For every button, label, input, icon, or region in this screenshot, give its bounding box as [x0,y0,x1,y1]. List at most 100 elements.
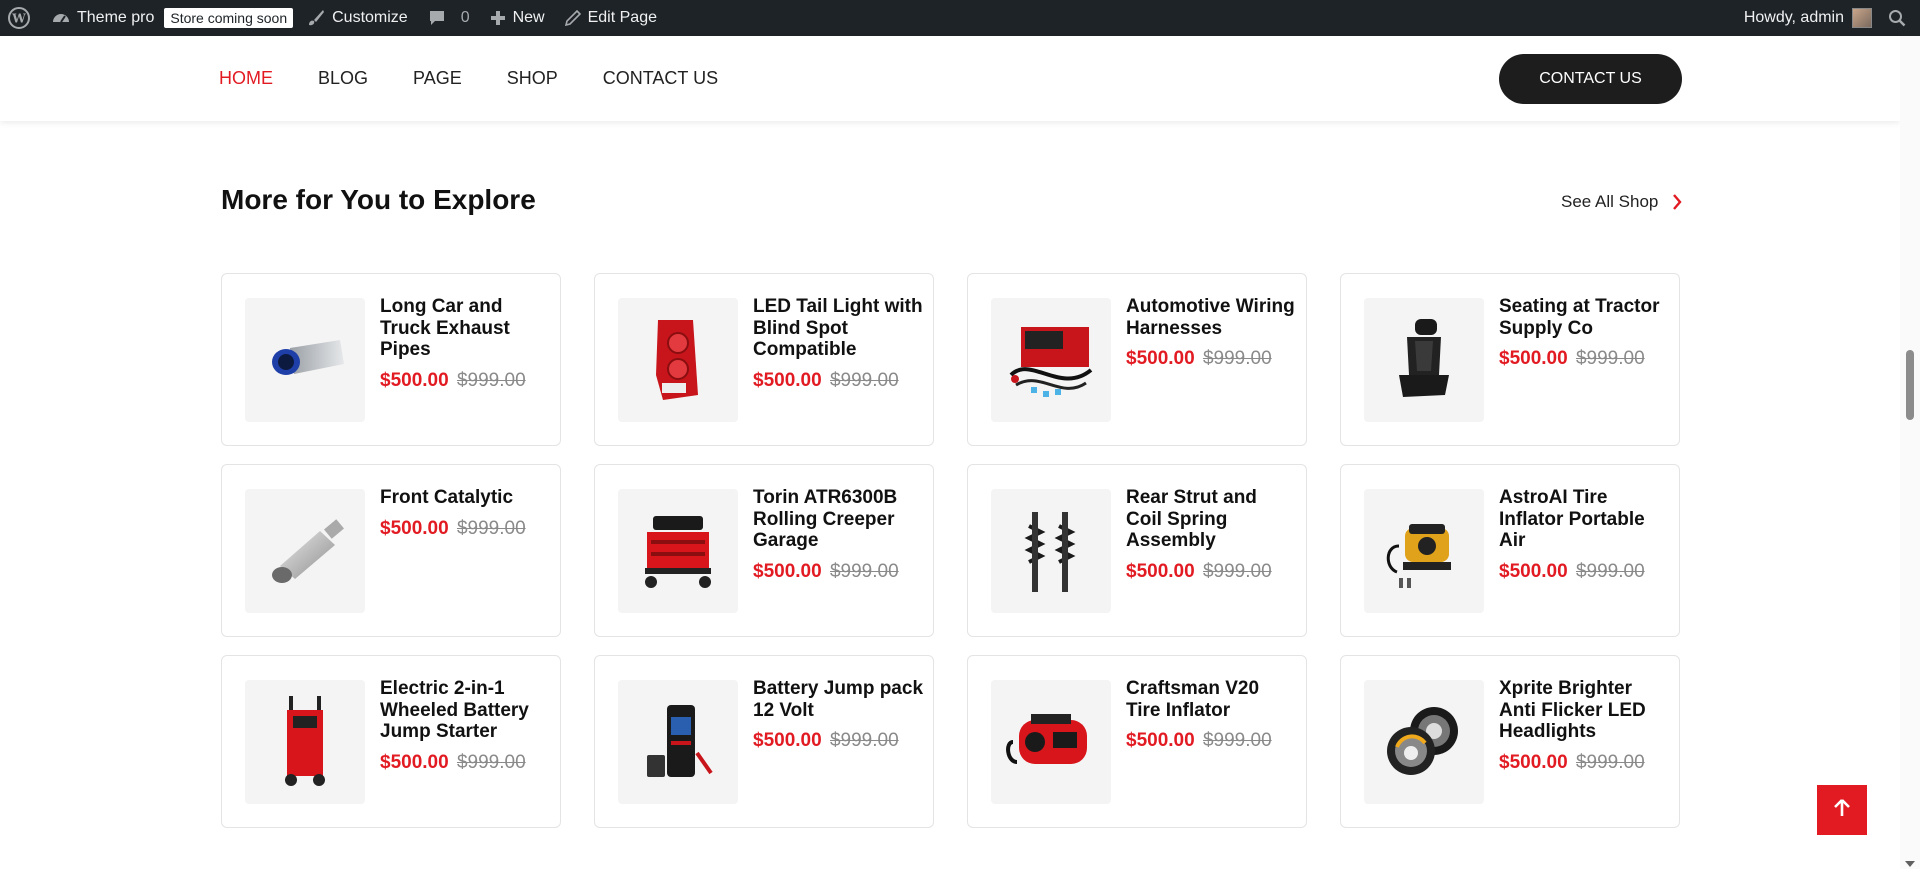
product-old-price: $999.00 [456,369,526,391]
exhaust-pipe-icon[interactable] [245,298,365,422]
headlights-icon[interactable] [1364,680,1484,804]
product-name[interactable]: Automotive Wiring Harnesses [1126,296,1296,339]
back-to-top-button[interactable] [1817,785,1867,835]
dashboard-icon [52,10,70,26]
product-card[interactable]: Craftsman V20 Tire Inflator $500.00 $999… [967,655,1307,828]
product-name[interactable]: Craftsman V20 Tire Inflator [1126,678,1296,721]
comments-link[interactable]: 0 [418,0,480,36]
product-grid: Long Car and Truck Exhaust Pipes $500.00… [221,273,1681,828]
product-old-price: $999.00 [829,730,899,751]
product-name[interactable]: Long Car and Truck Exhaust Pipes [380,296,550,361]
product-price: $500.00 [753,560,822,582]
product-old-price: $999.00 [456,517,526,539]
comment-icon [428,9,446,27]
product-card[interactable]: Battery Jump pack 12 Volt $500.00 $999.0… [594,655,934,828]
brush-icon [307,9,325,27]
see-all-shop-link[interactable]: See All Shop [1561,192,1682,212]
pencil-icon [564,10,581,26]
product-name[interactable]: Front Catalytic [380,487,550,509]
product-name[interactable]: Torin ATR6300B Rolling Creeper Garage [753,487,923,552]
battery-charger-icon[interactable] [245,680,365,804]
comments-count: 0 [460,9,470,26]
product-name[interactable]: Seating at Tractor Supply Co [1499,296,1669,339]
product-card[interactable]: Automotive Wiring Harnesses $500.00 $999… [967,273,1307,446]
product-card[interactable]: Seating at Tractor Supply Co $500.00 $99… [1340,273,1680,446]
site-header: HOME BLOG PAGE SHOP CONTACT US CONTACT U… [0,36,1900,121]
main-nav: HOME BLOG PAGE SHOP CONTACT US [219,36,718,121]
product-name[interactable]: Rear Strut and Coil Spring Assembly [1126,487,1296,552]
jump-pack-icon[interactable] [618,680,738,804]
product-old-price: $999.00 [1202,560,1272,582]
see-all-label: See All Shop [1561,192,1659,211]
coil-spring-icon[interactable] [991,489,1111,613]
product-price: $500.00 [1126,560,1195,582]
product-price: $500.00 [753,369,822,391]
creeper-seat-icon[interactable] [618,489,738,613]
customize-link[interactable]: Customize [297,0,418,36]
product-name[interactable]: Battery Jump pack 12 Volt [753,678,923,721]
scrollbar-thumb[interactable] [1906,350,1914,420]
store-status-badge[interactable]: Store coming soon [164,8,294,28]
product-card[interactable]: Xprite Brighter Anti Flicker LED Headlig… [1340,655,1680,828]
product-price: $500.00 [1499,348,1568,369]
product-old-price: $999.00 [1575,348,1645,369]
nav-item-page[interactable]: PAGE [413,68,462,89]
admin-search-icon[interactable] [1882,0,1920,36]
nav-item-home[interactable]: HOME [219,68,273,89]
tire-inflator-icon[interactable] [1364,489,1484,613]
new-label: New [512,9,545,26]
product-price: $500.00 [753,730,822,751]
product-name[interactable]: LED Tail Light with Blind Spot Compatibl… [753,296,923,361]
account-menu[interactable]: Howdy, admin [1734,0,1882,36]
product-price: $500.00 [380,517,449,539]
contact-us-button[interactable]: CONTACT US [1499,54,1682,104]
product-price: $500.00 [380,751,449,773]
chevron-right-icon [1672,194,1682,210]
arrow-up-icon [1833,798,1851,823]
product-name[interactable]: AstroAI Tire Inflator Portable Air [1499,487,1669,552]
product-price: $500.00 [1126,348,1195,369]
product-old-price: $999.00 [1202,730,1272,751]
svg-text:W: W [11,12,26,26]
scroll-down-arrow-icon[interactable] [1905,861,1915,867]
product-card[interactable]: Front Catalytic $500.00 $999.00 [221,464,561,637]
nav-item-blog[interactable]: BLOG [318,68,368,89]
new-content-link[interactable]: New [480,0,555,36]
product-old-price: $999.00 [456,751,526,773]
product-old-price: $999.00 [829,369,899,391]
admin-bar: W Theme pro Store coming soon Customize … [0,0,1920,36]
howdy-label: Howdy, admin [1743,9,1844,26]
edit-page-link[interactable]: Edit Page [555,0,667,36]
product-card[interactable]: Long Car and Truck Exhaust Pipes $500.00… [221,273,561,446]
product-price: $500.00 [1499,751,1568,773]
product-price: $500.00 [1126,730,1195,751]
inflator-icon[interactable] [991,680,1111,804]
site-name-link[interactable]: Theme pro [42,0,164,36]
product-name[interactable]: Xprite Brighter Anti Flicker LED Headlig… [1499,678,1669,743]
product-old-price: $999.00 [1202,348,1272,369]
product-card[interactable]: AstroAI Tire Inflator Portable Air $500.… [1340,464,1680,637]
tail-light-icon[interactable] [618,298,738,422]
product-card[interactable]: Torin ATR6300B Rolling Creeper Garage $5… [594,464,934,637]
product-name[interactable]: Electric 2-in-1 Wheeled Battery Jump Sta… [380,678,550,743]
catalytic-converter-icon[interactable] [245,489,365,613]
edit-page-label: Edit Page [587,9,657,26]
product-card[interactable]: Electric 2-in-1 Wheeled Battery Jump Sta… [221,655,561,828]
page-scrollbar[interactable] [1900,36,1920,869]
nav-item-contact[interactable]: CONTACT US [603,68,718,89]
customize-label: Customize [332,9,408,26]
nav-item-shop[interactable]: SHOP [507,68,558,89]
section-title: More for You to Explore [221,184,536,215]
avatar [1852,8,1872,28]
product-old-price: $999.00 [1575,560,1645,582]
product-card[interactable]: LED Tail Light with Blind Spot Compatibl… [594,273,934,446]
product-card[interactable]: Rear Strut and Coil Spring Assembly $500… [967,464,1307,637]
car-seat-icon[interactable] [1364,298,1484,422]
product-old-price: $999.00 [1575,751,1645,773]
product-price: $500.00 [1499,560,1568,582]
site-name-label: Theme pro [77,9,155,26]
product-old-price: $999.00 [829,560,899,582]
wiring-harness-icon[interactable] [991,298,1111,422]
wordpress-logo-icon[interactable]: W [0,0,42,36]
product-price: $500.00 [380,369,449,391]
